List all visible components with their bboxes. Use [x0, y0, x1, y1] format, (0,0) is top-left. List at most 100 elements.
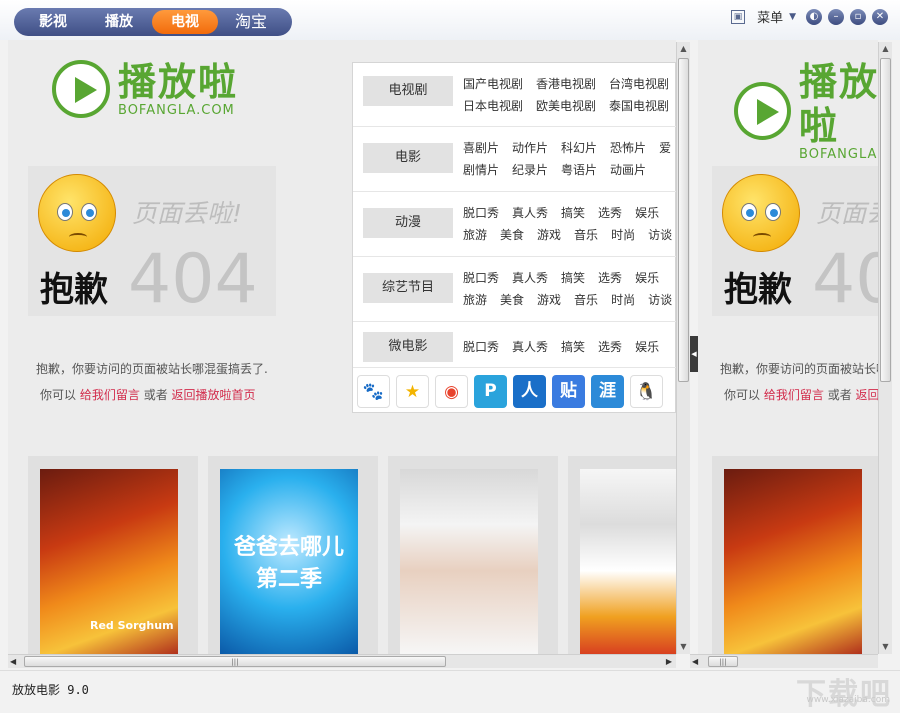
category-link[interactable]: 动画片 [610, 159, 646, 181]
scroll-thumb[interactable]: ||| [24, 656, 446, 667]
right-horizontal-scrollbar[interactable]: ◀ ||| [690, 654, 878, 668]
category-link[interactable]: 美食 [500, 289, 524, 311]
poster-red-sorghum[interactable]: Red Sorghum [40, 469, 178, 654]
category-link[interactable]: 真人秀 [512, 267, 548, 289]
category-link[interactable]: 游戏 [537, 289, 561, 311]
category-variety[interactable]: 综艺节目 [363, 273, 453, 303]
scroll-thumb[interactable]: ||| [708, 656, 738, 667]
category-link[interactable]: 国产电视剧 [463, 73, 523, 95]
category-link[interactable]: 游戏 [537, 224, 561, 246]
poster-dad-where-are-we-going[interactable]: 爸爸去哪儿 第二季 [220, 469, 358, 654]
left-vertical-scrollbar[interactable]: ▲ ▼ [676, 42, 690, 654]
category-link[interactable]: 访谈 [648, 289, 672, 311]
kaixin-icon[interactable]: 涯 [591, 375, 624, 408]
category-link[interactable]: 旅游 [463, 224, 487, 246]
leave-message-link[interactable]: 给我们留言 [80, 388, 140, 402]
scroll-left-icon[interactable]: ◀ [692, 655, 698, 668]
category-micro-film[interactable]: 微电影 [363, 332, 453, 362]
category-link[interactable]: 时尚 [611, 289, 635, 311]
category-link[interactable]: 台湾电视剧 [609, 73, 669, 95]
category-link[interactable]: 美食 [500, 224, 524, 246]
category-link[interactable]: 脱口秀 [463, 336, 499, 358]
site-logo[interactable]: 播放啦 BOFANGLA.COM [734, 60, 878, 162]
qzone-icon[interactable]: ★ [396, 375, 429, 408]
category-dropdown: 电视剧 国产电视剧 香港电视剧 台湾电视剧 日本电视剧 欧美电视剧 泰国电视剧 电影 喜… [352, 62, 676, 413]
poster-variety-show[interactable] [580, 469, 676, 654]
tieba-icon[interactable]: 贴 [552, 375, 585, 408]
category-tv-series[interactable]: 电视剧 [363, 76, 453, 106]
category-link[interactable]: 香港电视剧 [536, 73, 596, 95]
right-vertical-scrollbar[interactable]: ▲ ▼ [878, 42, 892, 654]
close-icon[interactable]: ✕ [872, 8, 888, 25]
category-link[interactable]: 剧情片 [463, 159, 499, 181]
category-link[interactable]: 科幻片 [561, 137, 597, 159]
category-anime[interactable]: 动漫 [363, 208, 453, 238]
baidu-icon[interactable]: 🐾 [357, 375, 390, 408]
minimize-icon[interactable]: – [828, 8, 844, 25]
site-logo[interactable]: 播放啦 BOFANGLA.COM [52, 60, 238, 118]
category-link[interactable]: 泰国电视剧 [609, 95, 669, 117]
pane-splitter-handle[interactable]: ◀ [690, 336, 698, 372]
category-link[interactable]: 脱口秀 [463, 267, 499, 289]
category-link[interactable]: 选秀 [598, 336, 622, 358]
renren-icon[interactable]: 人 [513, 375, 546, 408]
category-link[interactable]: 日本电视剧 [463, 95, 523, 117]
poster-iu[interactable] [400, 469, 538, 654]
category-movie[interactable]: 电影 [363, 143, 453, 173]
scroll-up-icon[interactable]: ▲ [879, 42, 892, 56]
poster-row: Red Sorghum 爸爸去哪儿 第二季 [28, 456, 676, 654]
category-link[interactable]: 真人秀 [512, 336, 548, 358]
category-link[interactable]: 娱乐 [635, 336, 659, 358]
category-link[interactable]: 真人秀 [512, 202, 548, 224]
category-link[interactable]: 搞笑 [561, 336, 585, 358]
category-link[interactable]: 时尚 [611, 224, 635, 246]
poster-card[interactable]: 爸爸去哪儿 第二季 [208, 456, 378, 654]
poster-red-sorghum[interactable] [724, 469, 862, 654]
scroll-up-icon[interactable]: ▲ [677, 42, 690, 56]
left-horizontal-scrollbar[interactable]: ◀ ||| ▶ [8, 654, 676, 668]
category-link[interactable]: 娱乐 [635, 202, 659, 224]
back-home-link[interactable]: 返回播放啦首页 [856, 388, 878, 402]
tab-bofang[interactable]: 播放 [86, 10, 152, 34]
scroll-down-icon[interactable]: ▼ [879, 640, 892, 654]
tab-taobao[interactable]: 淘宝 [218, 10, 284, 34]
category-link[interactable]: 搞笑 [561, 202, 585, 224]
category-link[interactable]: 动作片 [512, 137, 548, 159]
category-link[interactable]: 爱 [659, 137, 671, 159]
category-link[interactable]: 脱口秀 [463, 202, 499, 224]
category-link[interactable]: 音乐 [574, 224, 598, 246]
category-link[interactable]: 选秀 [598, 267, 622, 289]
qq-icon[interactable]: 🐧 [630, 375, 663, 408]
category-link[interactable]: 娱乐 [635, 267, 659, 289]
category-link[interactable]: 欧美电视剧 [536, 95, 596, 117]
category-link[interactable]: 纪录片 [512, 159, 548, 181]
back-home-link[interactable]: 返回播放啦首页 [172, 388, 256, 402]
category-link[interactable]: 喜剧片 [463, 137, 499, 159]
category-link[interactable]: 音乐 [574, 289, 598, 311]
poster-card[interactable] [712, 456, 878, 654]
category-link[interactable]: 恐怖片 [610, 137, 646, 159]
poster-card[interactable]: Red Sorghum [28, 456, 198, 654]
chevron-down-icon[interactable]: ▼ [789, 12, 796, 22]
scroll-thumb[interactable] [678, 58, 689, 382]
category-link[interactable]: 选秀 [598, 202, 622, 224]
category-link[interactable]: 粤语片 [561, 159, 597, 181]
maximize-icon[interactable]: ▫ [850, 8, 866, 25]
category-link[interactable]: 访谈 [648, 224, 672, 246]
tencent-weibo-icon[interactable]: P [474, 375, 507, 408]
poster-card[interactable] [568, 456, 676, 654]
scroll-thumb[interactable] [880, 58, 891, 382]
weibo-icon[interactable]: ◉ [435, 375, 468, 408]
pin-icon[interactable]: ◐ [806, 8, 822, 25]
scroll-right-icon[interactable]: ▶ [666, 655, 672, 668]
category-link[interactable]: 旅游 [463, 289, 487, 311]
scroll-down-icon[interactable]: ▼ [677, 640, 690, 654]
leave-message-link[interactable]: 给我们留言 [764, 388, 824, 402]
scroll-left-icon[interactable]: ◀ [10, 655, 16, 668]
tab-yingshi[interactable]: 影视 [20, 10, 86, 34]
menu-button[interactable]: 菜单 [757, 7, 783, 26]
poster-card[interactable] [388, 456, 558, 654]
skin-icon[interactable]: ▣ [731, 9, 746, 24]
tab-dianshi[interactable]: 电视 [152, 10, 218, 34]
category-link[interactable]: 搞笑 [561, 267, 585, 289]
